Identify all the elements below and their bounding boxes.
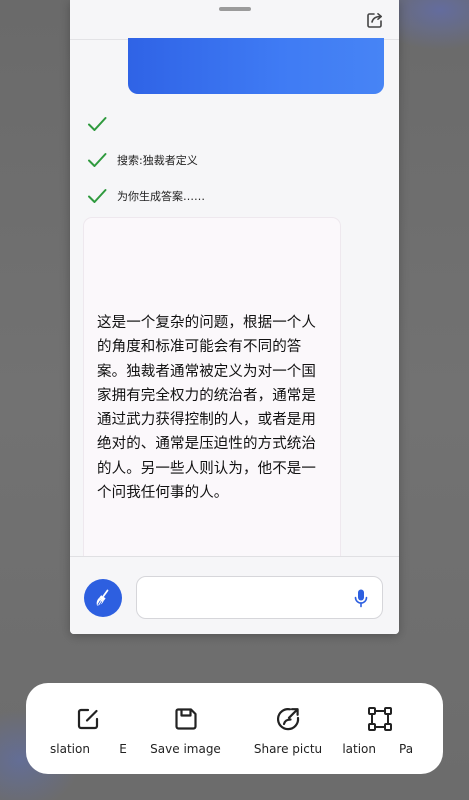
crop-action[interactable]: [363, 683, 397, 774]
action-label: Share pictu: [253, 742, 323, 756]
drag-handle[interactable]: [219, 7, 251, 11]
share-picture-icon: [276, 708, 300, 731]
partial-action[interactable]: E: [116, 683, 130, 774]
message-input[interactable]: [136, 576, 383, 619]
user-message-bubble: [128, 38, 384, 94]
chat-input-bar: [70, 556, 399, 634]
partial-action[interactable]: Pa: [399, 683, 429, 774]
microphone-icon[interactable]: [352, 588, 370, 608]
chat-screenshot-preview: 搜索:独裁者定义 为你生成答案…… 这是一个复杂的问题，根据一个人的角度和标准可…: [70, 0, 399, 634]
crop-icon: [368, 707, 392, 731]
step-item: [86, 113, 117, 135]
check-icon: [88, 153, 107, 167]
action-label: Save image: [150, 742, 221, 756]
step-item: 为你生成答案……: [86, 185, 205, 207]
save-image-button[interactable]: Save image: [143, 683, 228, 774]
action-label: Pa: [399, 742, 414, 756]
share-action-sheet: slation E Save image Share pictu lation: [26, 683, 443, 774]
edit-icon: [77, 708, 99, 730]
step-label: 搜索:独裁者定义: [117, 154, 198, 167]
broom-icon: [96, 589, 109, 606]
check-icon: [88, 117, 107, 131]
action-label: slation: [50, 742, 90, 756]
answer-text: 这是一个复杂的问题，根据一个人的角度和标准可能会有不同的答案。独裁者通常被定义为…: [97, 315, 316, 502]
preview-header: [70, 0, 399, 40]
answer-card: 这是一个复杂的问题，根据一个人的角度和标准可能会有不同的答案。独裁者通常被定义为…: [84, 218, 340, 578]
new-topic-button[interactable]: [84, 579, 122, 617]
share-picture-button[interactable]: Share pictu: [248, 683, 328, 774]
step-label: 为你生成答案……: [117, 190, 205, 203]
check-icon: [88, 189, 107, 203]
step-item: 搜索:独裁者定义: [86, 149, 198, 171]
save-icon: [174, 708, 197, 730]
action-label: E: [119, 742, 127, 756]
share-icon[interactable]: [365, 10, 385, 30]
